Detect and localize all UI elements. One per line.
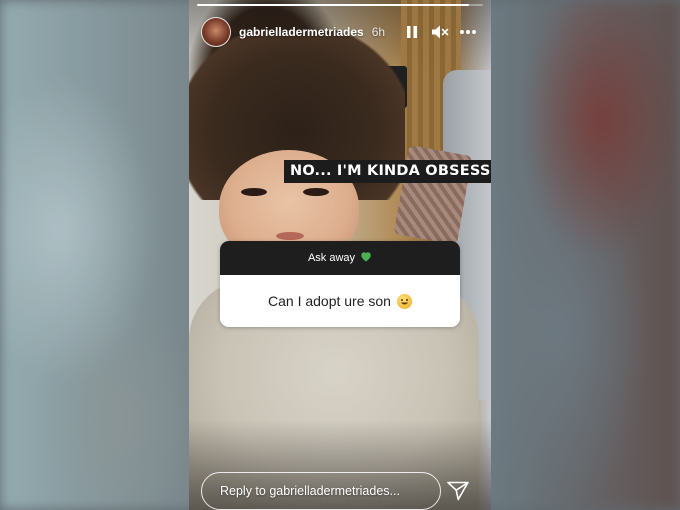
send-icon[interactable] [445,478,471,504]
pause-icon[interactable] [403,23,421,41]
more-options-icon[interactable] [459,23,477,41]
story-viewer[interactable]: gabrielladermetriades 6h NO... I'M KINDA… [189,0,491,510]
text-sticker: NO... I'M KINDA OBSESSED [284,160,491,183]
reply-placeholder: Reply to gabrielladermetriades... [220,484,400,498]
username[interactable]: gabrielladermetriades [239,25,364,39]
question-prompt: Ask away [307,252,356,264]
avatar[interactable] [201,17,231,47]
volume-muted-icon[interactable] [431,23,449,41]
reply-input[interactable]: Reply to gabrielladermetriades... [201,472,441,510]
grinning-face-icon [396,293,412,309]
question-answer-area: Can I adopt ure son [220,275,460,327]
question-answer: Can I adopt ure son [268,293,391,309]
question-header: Ask away [220,241,460,275]
question-sticker[interactable]: Ask away Can I adopt ure son [220,241,460,327]
green-heart-icon [360,251,372,265]
story-progress-fill [197,4,469,6]
story-header: gabrielladermetriades 6h [201,14,481,50]
photo-mouth [276,232,304,240]
photo-eye [241,188,267,196]
story-controls [403,23,481,41]
story-progress-track [197,4,483,6]
story-time: 6h [371,25,386,39]
photo-eye [303,188,329,196]
